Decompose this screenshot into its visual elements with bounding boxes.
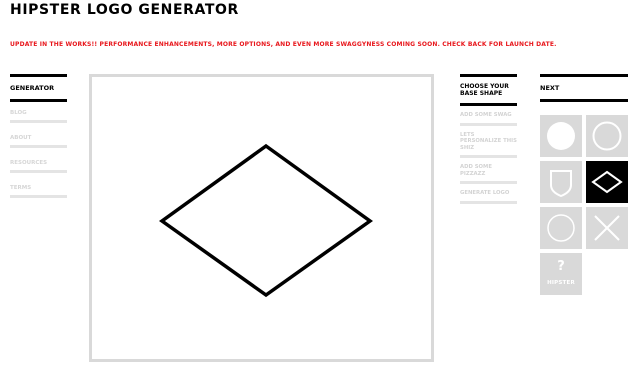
logo-preview-canvas [89,74,434,362]
shape-tile-circle-outline[interactable] [586,115,628,157]
nav-current-generator[interactable]: GENERATOR [10,74,67,102]
shape-tile-circle-thin[interactable] [540,207,582,249]
nav-item-blog[interactable]: BLOG [10,110,67,123]
announcement-banner: UPDATE IN THE WORKS!! PERFORMANCE ENHANC… [10,41,557,48]
x-lines-icon [594,215,620,241]
circle-filled-icon [547,122,575,150]
shield-icon [550,170,572,198]
steps-column: CHOOSE YOUR BASE SHAPE ADD SOME SWAG LET… [460,74,517,204]
shape-tile-diamond-selected[interactable] [586,161,628,203]
step-add-pizzazz[interactable]: ADD SOME PIZZAZZ [460,164,517,184]
logo-preview-svg [158,143,374,298]
nav-item-terms[interactable]: TERMS [10,185,67,198]
step-current-choose-shape: CHOOSE YOUR BASE SHAPE [460,74,517,106]
step-personalize[interactable]: LETS PERSONALIZE THIS SHIZ [460,132,517,158]
random-tile-label: HIPSTER [547,280,575,286]
diamond-icon [591,170,623,194]
circle-thin-icon [547,214,575,242]
step-generate-logo[interactable]: GENERATE LOGO [460,190,517,204]
site-title-text: HIPSTER LOGO GENERATOR [10,2,239,18]
next-button[interactable]: NEXT [540,74,628,102]
nav-item-resources[interactable]: RESOURCES [10,160,67,173]
site-title: HIPSTER LOGO GENERATOR [10,3,239,17]
next-column: NEXT ? HIPSTER [540,74,628,295]
preview-diamond-shape [158,143,374,298]
shape-tile-shield[interactable] [540,161,582,203]
circle-outline-icon [592,121,622,151]
main-nav: GENERATOR BLOG ABOUT RESOURCES TERMS [10,74,67,198]
random-shape-tile[interactable]: ? HIPSTER [540,253,582,295]
step-add-swag[interactable]: ADD SOME SWAG [460,112,517,126]
shape-tile-x-lines[interactable] [586,207,628,249]
question-mark-icon: ? [557,259,565,274]
nav-item-about[interactable]: ABOUT [10,135,67,148]
shape-tile-circle-filled[interactable] [540,115,582,157]
